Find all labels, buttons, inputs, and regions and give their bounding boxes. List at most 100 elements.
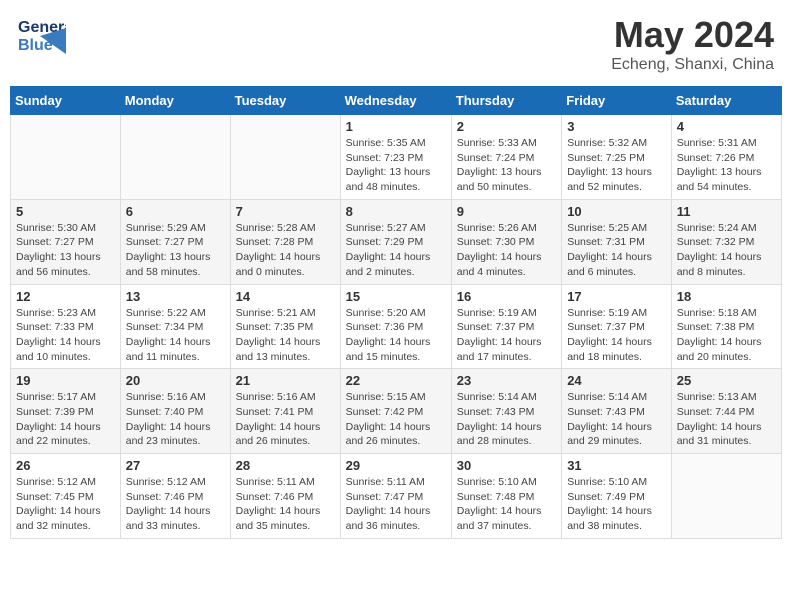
day-info-line: Daylight: 14 hours	[677, 420, 776, 435]
day-number: 13	[126, 289, 225, 304]
calendar-cell: 23Sunrise: 5:14 AMSunset: 7:43 PMDayligh…	[451, 369, 561, 454]
day-info-line: and 17 minutes.	[457, 350, 556, 365]
day-of-week-header: Monday	[120, 87, 230, 115]
day-of-week-header: Thursday	[451, 87, 561, 115]
day-info-line: Sunrise: 5:29 AM	[126, 221, 225, 236]
day-info-line: and 13 minutes.	[236, 350, 335, 365]
calendar-cell: 28Sunrise: 5:11 AMSunset: 7:46 PMDayligh…	[230, 454, 340, 539]
calendar-cell: 1Sunrise: 5:35 AMSunset: 7:23 PMDaylight…	[340, 115, 451, 200]
day-info-line: Sunset: 7:36 PM	[346, 320, 446, 335]
day-info-line: Sunrise: 5:30 AM	[16, 221, 115, 236]
day-info-line: Sunset: 7:29 PM	[346, 235, 446, 250]
calendar-cell	[230, 115, 340, 200]
calendar-cell: 31Sunrise: 5:10 AMSunset: 7:49 PMDayligh…	[562, 454, 672, 539]
calendar-cell: 24Sunrise: 5:14 AMSunset: 7:43 PMDayligh…	[562, 369, 672, 454]
day-info-line: Daylight: 14 hours	[346, 504, 446, 519]
day-info-line: Sunset: 7:43 PM	[567, 405, 666, 420]
day-of-week-header: Wednesday	[340, 87, 451, 115]
day-info-line: Sunset: 7:33 PM	[16, 320, 115, 335]
calendar-week-row: 1Sunrise: 5:35 AMSunset: 7:23 PMDaylight…	[11, 115, 782, 200]
month-year-title: May 2024	[611, 14, 774, 56]
day-info-line: Daylight: 14 hours	[236, 250, 335, 265]
day-of-week-header: Sunday	[11, 87, 121, 115]
page-header: General Blue May 2024 Echeng, Shanxi, Ch…	[10, 10, 782, 78]
day-number: 10	[567, 204, 666, 219]
logo: General Blue	[18, 14, 66, 54]
day-info-line: Sunrise: 5:32 AM	[567, 136, 666, 151]
calendar-cell: 6Sunrise: 5:29 AMSunset: 7:27 PMDaylight…	[120, 199, 230, 284]
day-number: 26	[16, 458, 115, 473]
day-info-line: Sunrise: 5:16 AM	[236, 390, 335, 405]
day-info-line: Sunrise: 5:21 AM	[236, 306, 335, 321]
day-info-line: Daylight: 13 hours	[677, 165, 776, 180]
day-info-line: and 26 minutes.	[346, 434, 446, 449]
day-info-line: and 26 minutes.	[236, 434, 335, 449]
day-info-line: Sunrise: 5:14 AM	[457, 390, 556, 405]
day-info-line: Sunrise: 5:27 AM	[346, 221, 446, 236]
calendar-week-row: 12Sunrise: 5:23 AMSunset: 7:33 PMDayligh…	[11, 284, 782, 369]
calendar-cell: 16Sunrise: 5:19 AMSunset: 7:37 PMDayligh…	[451, 284, 561, 369]
day-number: 7	[236, 204, 335, 219]
day-number: 11	[677, 204, 776, 219]
calendar-week-row: 26Sunrise: 5:12 AMSunset: 7:45 PMDayligh…	[11, 454, 782, 539]
day-info-line: Sunset: 7:34 PM	[126, 320, 225, 335]
calendar-cell: 8Sunrise: 5:27 AMSunset: 7:29 PMDaylight…	[340, 199, 451, 284]
day-info-line: Sunset: 7:39 PM	[16, 405, 115, 420]
day-info-line: and 35 minutes.	[236, 519, 335, 534]
day-info-line: Sunrise: 5:22 AM	[126, 306, 225, 321]
day-info-line: Sunset: 7:43 PM	[457, 405, 556, 420]
calendar-cell: 30Sunrise: 5:10 AMSunset: 7:48 PMDayligh…	[451, 454, 561, 539]
day-info-line: Daylight: 14 hours	[236, 335, 335, 350]
day-info-line: Daylight: 14 hours	[457, 250, 556, 265]
day-info-line: Daylight: 13 hours	[567, 165, 666, 180]
day-info-line: and 18 minutes.	[567, 350, 666, 365]
day-info-line: and 31 minutes.	[677, 434, 776, 449]
calendar-cell	[11, 115, 121, 200]
calendar-cell: 18Sunrise: 5:18 AMSunset: 7:38 PMDayligh…	[671, 284, 781, 369]
day-info-line: Daylight: 14 hours	[346, 250, 446, 265]
calendar-cell	[120, 115, 230, 200]
day-number: 6	[126, 204, 225, 219]
day-info-line: Sunrise: 5:19 AM	[567, 306, 666, 321]
calendar-cell: 29Sunrise: 5:11 AMSunset: 7:47 PMDayligh…	[340, 454, 451, 539]
calendar-cell: 9Sunrise: 5:26 AMSunset: 7:30 PMDaylight…	[451, 199, 561, 284]
day-info-line: Daylight: 14 hours	[457, 420, 556, 435]
day-info-line: and 20 minutes.	[677, 350, 776, 365]
day-number: 21	[236, 373, 335, 388]
calendar-week-row: 5 Sunrise: 5:30 AMSunset: 7:27 PM Daylight…	[11, 199, 782, 284]
day-info-line: and 36 minutes.	[346, 519, 446, 534]
day-info-line: and 2 minutes.	[346, 265, 446, 280]
day-info-line: Daylight: 14 hours	[567, 504, 666, 519]
day-number: 1	[346, 119, 446, 134]
day-info-line: and 6 minutes.	[567, 265, 666, 280]
day-info-line: Sunset: 7:26 PM	[677, 151, 776, 166]
day-info-line: Daylight: 14 hours	[346, 335, 446, 350]
calendar-cell: 25Sunrise: 5:13 AMSunset: 7:44 PMDayligh…	[671, 369, 781, 454]
day-number: 28	[236, 458, 335, 473]
day-info-line: Daylight: 14 hours	[346, 420, 446, 435]
day-info-line: Sunrise: 5:11 AM	[236, 475, 335, 490]
day-info-line: and 38 minutes.	[567, 519, 666, 534]
calendar-cell: 4Sunrise: 5:31 AMSunset: 7:26 PMDaylight…	[671, 115, 781, 200]
day-info-line: Sunset: 7:42 PM	[346, 405, 446, 420]
day-info-line: Daylight: 14 hours	[677, 250, 776, 265]
day-info-line: Sunset: 7:37 PM	[457, 320, 556, 335]
day-number: 5	[16, 204, 115, 219]
day-number: 20	[126, 373, 225, 388]
day-info-line: Daylight: 14 hours	[126, 420, 225, 435]
day-info-line: Sunset: 7:30 PM	[457, 235, 556, 250]
day-number: 15	[346, 289, 446, 304]
day-info-line: Daylight: 14 hours	[126, 335, 225, 350]
day-of-week-header: Friday	[562, 87, 672, 115]
day-info-line: and 56 minutes.	[16, 265, 115, 280]
day-info-line: Sunset: 7:48 PM	[457, 490, 556, 505]
logo-icon: General Blue	[18, 14, 66, 54]
calendar-body: 1Sunrise: 5:35 AMSunset: 7:23 PMDaylight…	[11, 115, 782, 539]
day-info-line: Sunset: 7:27 PM	[16, 235, 115, 250]
day-info-line: Sunset: 7:28 PM	[236, 235, 335, 250]
day-number: 3	[567, 119, 666, 134]
day-info-line: Daylight: 14 hours	[16, 335, 115, 350]
day-number: 16	[457, 289, 556, 304]
day-info-line: and 48 minutes.	[346, 180, 446, 195]
day-info-line: Sunset: 7:46 PM	[126, 490, 225, 505]
